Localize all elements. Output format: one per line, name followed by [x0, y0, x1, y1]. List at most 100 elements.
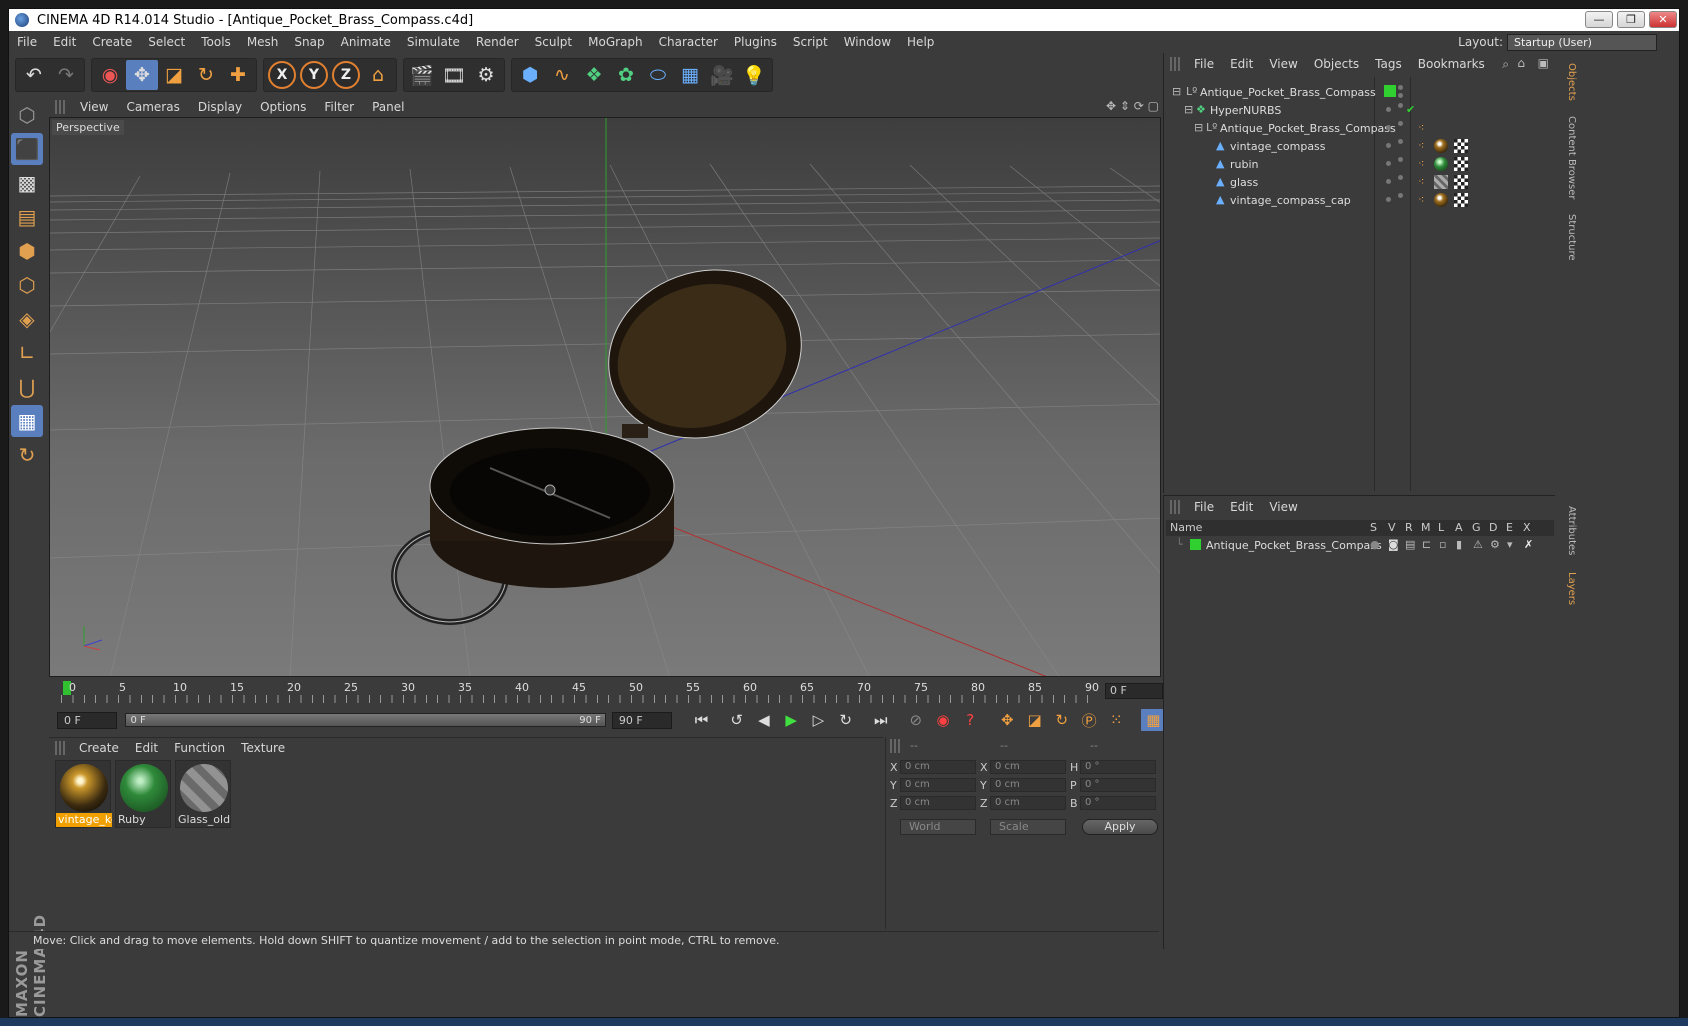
- menu-character[interactable]: Character: [651, 35, 726, 49]
- material-tag-icon[interactable]: [1434, 139, 1448, 153]
- object-row[interactable]: ▲ vintage_compass ⁖: [1168, 137, 1552, 155]
- objects-menu-file[interactable]: File: [1186, 57, 1222, 71]
- render-view-icon[interactable]: 🎬: [406, 60, 438, 90]
- viewport-menu-display[interactable]: Display: [189, 100, 251, 114]
- make-editable-icon[interactable]: ⬡: [11, 99, 43, 131]
- go-to-start-icon[interactable]: ⏮: [689, 709, 714, 731]
- layers-menu-file[interactable]: File: [1186, 500, 1222, 514]
- tab-structure[interactable]: Structure: [1559, 209, 1577, 265]
- go-to-end-icon[interactable]: ⏭: [868, 709, 893, 731]
- tab-objects[interactable]: Objects: [1559, 57, 1577, 107]
- y-axis-lock-button[interactable]: Y: [300, 61, 328, 89]
- menu-select[interactable]: Select: [140, 35, 193, 49]
- scale-icon[interactable]: ◪: [158, 60, 190, 90]
- texture-tag-icon[interactable]: [1454, 139, 1468, 153]
- generator-toggle-icon[interactable]: ⚠: [1473, 539, 1485, 551]
- viewport-menu-panel[interactable]: Panel: [363, 100, 413, 114]
- model-mode-icon[interactable]: ⬛: [11, 133, 43, 165]
- menu-tools[interactable]: Tools: [193, 35, 239, 49]
- polygons-mode-icon[interactable]: ◈: [11, 303, 43, 335]
- viewport-menu-options[interactable]: Options: [251, 100, 315, 114]
- x-axis-lock-button[interactable]: X: [268, 61, 296, 89]
- z-axis-lock-button[interactable]: Z: [332, 61, 360, 89]
- deformer-toggle-icon[interactable]: ⚙: [1490, 539, 1502, 551]
- phong-tag-icon[interactable]: ⁖: [1418, 158, 1430, 170]
- menu-sculpt[interactable]: Sculpt: [527, 35, 580, 49]
- objects-search-icon[interactable]: ⌕: [1502, 57, 1509, 72]
- phong-tag-icon[interactable]: ⁖: [1418, 122, 1430, 134]
- material-menu-create[interactable]: Create: [71, 741, 127, 755]
- objects-menu-edit[interactable]: Edit: [1222, 57, 1261, 71]
- size-x-field[interactable]: 0 cm: [990, 760, 1066, 774]
- light-icon[interactable]: 💡: [738, 60, 770, 90]
- array-icon[interactable]: ✿: [610, 60, 642, 90]
- menu-window[interactable]: Window: [836, 35, 899, 49]
- menu-mograph[interactable]: MoGraph: [580, 35, 651, 49]
- phong-tag-icon[interactable]: ⁖: [1418, 194, 1430, 206]
- objects-menu-objects[interactable]: Objects: [1306, 57, 1367, 71]
- objects-home-icon[interactable]: ⌂: [1517, 56, 1525, 70]
- position-z-field[interactable]: 0 cm: [900, 796, 976, 810]
- snap-magnet-icon[interactable]: ⋃: [11, 371, 43, 403]
- layer-color-swatch[interactable]: [1190, 539, 1201, 550]
- key-rotation-icon[interactable]: ↻: [1049, 709, 1074, 731]
- enabled-check-icon[interactable]: ✔: [1406, 104, 1418, 116]
- layers-menu-view[interactable]: View: [1261, 500, 1305, 514]
- redo-icon[interactable]: ↷: [50, 60, 82, 90]
- maximize-button[interactable]: ❐: [1617, 11, 1645, 28]
- layer-row[interactable]: └ Antique_Pocket_Brass_Compass ● ◙ ▤ ⊏ ▫…: [1168, 536, 1552, 554]
- camera-icon[interactable]: 🎥: [706, 60, 738, 90]
- objects-menu-bookmarks[interactable]: Bookmarks: [1410, 57, 1493, 71]
- spline-icon[interactable]: ∿: [546, 60, 578, 90]
- texture-tag-icon[interactable]: [1454, 193, 1468, 207]
- next-key-icon[interactable]: ↻: [833, 709, 858, 731]
- tab-content-browser[interactable]: Content Browser: [1559, 113, 1577, 203]
- coordinate-system-icon[interactable]: ⌂: [362, 60, 394, 90]
- menu-render[interactable]: Render: [468, 35, 527, 49]
- object-row[interactable]: ⊟ ❖ HyperNURBS ✔: [1168, 101, 1552, 119]
- key-position-icon[interactable]: ✥: [995, 709, 1020, 731]
- phong-tag-icon[interactable]: ⁖: [1418, 176, 1430, 188]
- render-settings-icon[interactable]: ⚙: [470, 60, 502, 90]
- menu-edit[interactable]: Edit: [45, 35, 84, 49]
- edges-mode-icon[interactable]: ⬡: [11, 269, 43, 301]
- phong-tag-icon[interactable]: ⁖: [1418, 140, 1430, 152]
- viewport-camera-label[interactable]: Perspective: [52, 120, 124, 135]
- texture-tag-icon[interactable]: [1454, 175, 1468, 189]
- manager-toggle-icon[interactable]: ⊏: [1422, 539, 1434, 551]
- play-icon[interactable]: ▶: [779, 709, 804, 731]
- minimize-button[interactable]: —: [1585, 11, 1613, 28]
- cube-icon[interactable]: ⬢: [514, 60, 546, 90]
- object-row[interactable]: ⊟ Lº Antique_Pocket_Brass_Compass ⁖: [1168, 119, 1552, 137]
- objects-menu-tags[interactable]: Tags: [1367, 57, 1410, 71]
- end-frame-field[interactable]: 90 F: [611, 711, 673, 729]
- viewport-menu-cameras[interactable]: Cameras: [117, 100, 188, 114]
- menu-file[interactable]: File: [9, 35, 45, 49]
- xref-toggle-icon[interactable]: ✗: [1524, 539, 1536, 551]
- size-y-field[interactable]: 0 cm: [990, 778, 1066, 792]
- position-y-field[interactable]: 0 cm: [900, 778, 976, 792]
- nurbs-icon[interactable]: ❖: [578, 60, 610, 90]
- menu-snap[interactable]: Snap: [286, 35, 332, 49]
- render-toggle-icon[interactable]: ▤: [1405, 539, 1417, 551]
- timeline-ruler[interactable]: 0 5 10 15 20 25 30 35 40 45 50 55 60 65 …: [49, 679, 1167, 705]
- menu-plugins[interactable]: Plugins: [726, 35, 785, 49]
- position-x-field[interactable]: 0 cm: [900, 760, 976, 774]
- record-keys-icon[interactable]: ◉: [930, 709, 955, 731]
- menu-simulate[interactable]: Simulate: [399, 35, 468, 49]
- menu-script[interactable]: Script: [785, 35, 836, 49]
- previous-key-icon[interactable]: ↺: [724, 709, 749, 731]
- recent-tool-icon[interactable]: ✚: [222, 60, 254, 90]
- menu-create[interactable]: Create: [84, 35, 140, 49]
- deformer-icon[interactable]: ⬭: [642, 60, 674, 90]
- viewport-menu-filter[interactable]: Filter: [315, 100, 363, 114]
- perspective-viewport[interactable]: Perspective: [49, 117, 1161, 677]
- texture-tag-icon[interactable]: [1454, 157, 1468, 171]
- menu-animate[interactable]: Animate: [333, 35, 399, 49]
- live-selection-icon[interactable]: ◉: [94, 60, 126, 90]
- material-menu-texture[interactable]: Texture: [233, 741, 293, 755]
- texture-mode-icon[interactable]: ▩: [11, 167, 43, 199]
- layout-dropdown[interactable]: Startup (User): [1507, 34, 1657, 51]
- objects-menu-view[interactable]: View: [1261, 57, 1305, 71]
- material-swatch-vintage-ko[interactable]: vintage_ko: [55, 760, 112, 828]
